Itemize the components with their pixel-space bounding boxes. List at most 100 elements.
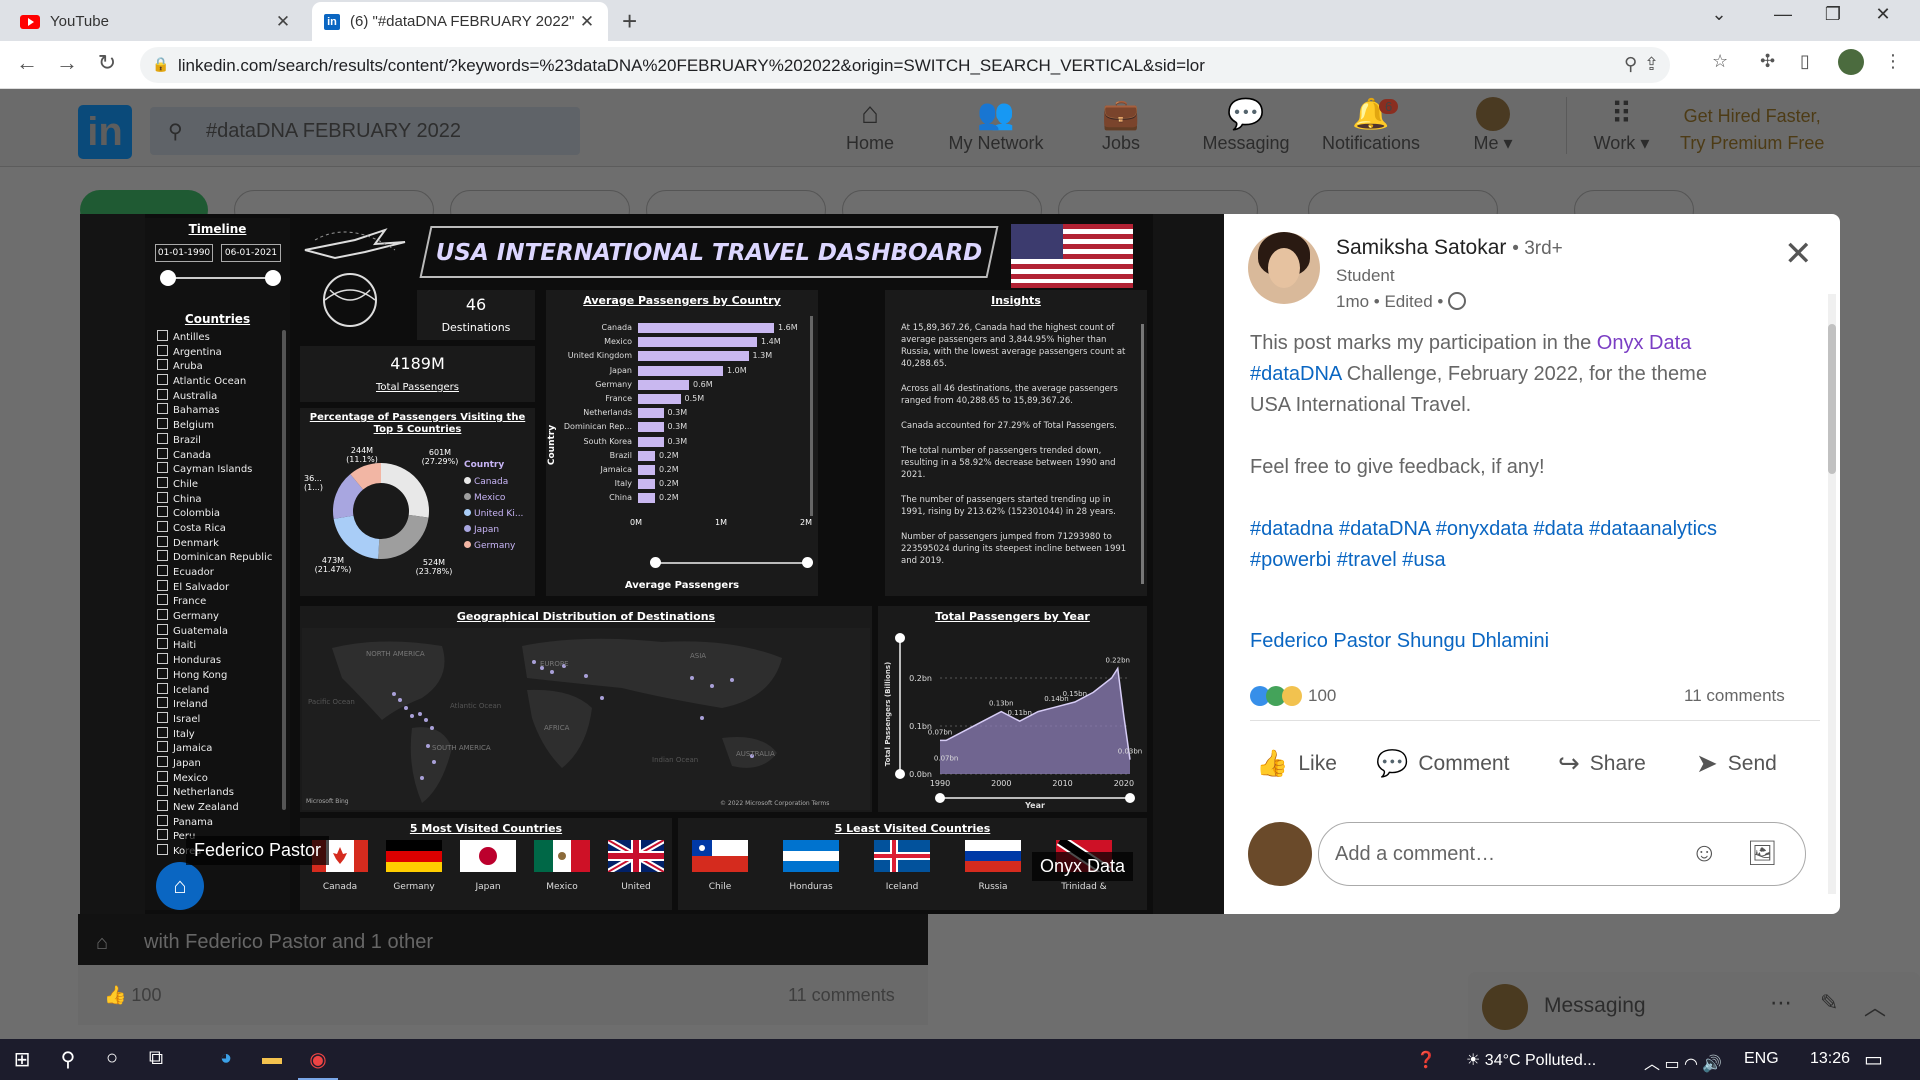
hashtag-links[interactable]: #datadna #dataDNA #onyxdata #data #dataa… <box>1250 514 1810 545</box>
zoom-icon[interactable]: ⚲ <box>1624 54 1637 75</box>
premium-link[interactable]: Get Hired Faster, Try Premium Free <box>1680 103 1824 157</box>
map-label: AUSTRALIA <box>736 750 775 758</box>
system-tray-icons[interactable]: ︿ ▭ ◠ 🔊 <box>1644 1050 1722 1074</box>
cortana-icon[interactable]: ○ <box>92 1047 132 1070</box>
iceland-flag <box>874 840 930 872</box>
donut-legend-title: Country <box>464 460 505 470</box>
close-icon[interactable]: ✕ <box>1784 234 1813 274</box>
country-flag-tile: Chile <box>686 840 754 892</box>
file-explorer-icon[interactable]: ▬ <box>252 1047 292 1070</box>
task-view-icon[interactable]: ⧉ <box>136 1047 176 1070</box>
emoji-icon[interactable]: ☺ <box>1691 837 1718 868</box>
share-icon[interactable]: ⇪ <box>1644 54 1659 75</box>
person-mention-link[interactable]: Federico Pastor Shungu Dhlamini <box>1250 626 1810 657</box>
area-x-tick: 2000 <box>991 779 1011 788</box>
country-flag-tile: Iceland <box>868 840 936 892</box>
close-icon[interactable]: ✕ <box>578 12 596 32</box>
area-data-label: 0.07bn <box>928 728 952 736</box>
new-tab-button[interactable]: + <box>622 6 637 37</box>
timeline-slider <box>167 277 273 279</box>
author-avatar[interactable] <box>1248 232 1320 304</box>
messaging-bar[interactable]: Messaging ⋯ ✎ ︿ <box>1468 972 1920 1039</box>
country-filter-item: Ireland <box>157 697 282 712</box>
search-icon[interactable]: ⚲ <box>48 1047 88 1072</box>
comment-count[interactable]: 11 comments <box>1684 686 1785 706</box>
reactions-summary[interactable]: 100 <box>1250 686 1336 706</box>
nav-jobs[interactable]: 💼 Jobs <box>1066 97 1176 154</box>
minimize-button[interactable]: — <box>1760 4 1806 25</box>
back-arrow-icon[interactable]: ← <box>12 50 42 76</box>
address-bar[interactable]: 🔒 linkedin.com/search/results/content/?k… <box>140 47 1670 83</box>
notification-center-icon[interactable]: ▭ <box>1864 1047 1883 1072</box>
slider-handle <box>650 557 661 568</box>
country-filter-item: France <box>157 594 282 609</box>
profile-avatar[interactable] <box>1838 49 1864 75</box>
tag-icon[interactable]: ⌂ <box>156 862 204 910</box>
tab-linkedin[interactable]: in (6) "#dataDNA FEBRUARY 2022" ✕ <box>312 2 608 41</box>
map-label: EUROPE <box>540 660 569 668</box>
area-y-tick: 0.2bn <box>909 674 932 683</box>
language-indicator[interactable]: ENG <box>1744 1050 1779 1068</box>
post-scrollbar[interactable] <box>1828 294 1836 894</box>
country-filter-item: Netherlands <box>157 785 282 800</box>
menu-icon[interactable]: ⋮ <box>1884 51 1902 72</box>
bar-category-label: Japan <box>609 365 632 375</box>
nav-messaging[interactable]: 💬 Messaging <box>1191 97 1301 154</box>
send-button[interactable]: ➤ Send <box>1696 748 1777 779</box>
chrome-icon[interactable]: ◉ <box>298 1047 338 1080</box>
reload-icon[interactable]: ↻ <box>92 50 122 76</box>
search-input[interactable]: ⚲ #dataDNA FEBRUARY 2022 <box>150 107 580 155</box>
tab-youtube[interactable]: YouTube ✕ <box>8 2 304 41</box>
country-filter-item: Canada <box>157 448 282 463</box>
nav-my-network[interactable]: 👥 My Network <box>941 97 1051 154</box>
more-icon[interactable]: ⋯ <box>1770 990 1792 1016</box>
tab-search-icon[interactable]: ⌄ <box>1696 4 1742 25</box>
flag-country-label: Canada <box>322 882 358 892</box>
forward-arrow-icon[interactable]: → <box>52 50 82 76</box>
company-mention-link[interactable]: Onyx Data <box>1597 332 1691 354</box>
chevron-up-icon[interactable]: ︿ <box>1864 990 1886 1022</box>
compose-icon[interactable]: ✎ <box>1820 990 1838 1016</box>
help-icon[interactable]: ❓ <box>1416 1050 1436 1070</box>
globe-icon <box>1448 292 1467 310</box>
current-user-avatar[interactable] <box>1248 822 1312 886</box>
like-button[interactable]: 👍 Like <box>1256 748 1337 779</box>
side-panel-icon[interactable]: ▯ <box>1800 51 1810 72</box>
linkedin-logo[interactable]: in <box>78 105 132 159</box>
bing-brand: Microsoft Bing <box>306 798 349 805</box>
filter-column: Timeline 01-01-1990 06-01-2021 Countries… <box>145 218 290 910</box>
nav-work[interactable]: ⠿ Work ▾ <box>1566 97 1676 154</box>
edge-icon[interactable]: ◕ <box>206 1047 246 1070</box>
weather-widget[interactable]: ☀ 34°C Polluted... <box>1466 1050 1596 1070</box>
slider-handle <box>935 793 945 803</box>
send-icon: ➤ <box>1696 748 1718 778</box>
share-button[interactable]: ↪ Share <box>1558 748 1646 779</box>
tag-label-person[interactable]: Federico Pastor <box>186 836 330 865</box>
close-icon[interactable]: ✕ <box>274 12 292 32</box>
hashtag-links[interactable]: #powerbi #travel #usa <box>1250 545 1810 576</box>
image-icon[interactable]: 🖼 <box>1747 839 1777 868</box>
author-name[interactable]: Samiksha Satokar <box>1336 236 1506 259</box>
clock[interactable]: 13:26 <box>1810 1050 1850 1068</box>
nav-home[interactable]: ⌂ Home <box>815 97 925 154</box>
hashtag-link[interactable]: #dataDNA <box>1250 363 1341 385</box>
bookmark-star-icon[interactable]: ☆ <box>1712 51 1728 72</box>
tag-label-company[interactable]: Onyx Data <box>1032 852 1134 881</box>
nav-notifications[interactable]: 🔔 Notifications 6 <box>1316 97 1426 154</box>
country-filter-item: Japan <box>157 756 282 771</box>
nav-me[interactable]: Me ▾ <box>1438 97 1548 154</box>
bar-scroll-slider <box>656 562 806 564</box>
area-fill <box>940 668 1130 774</box>
notification-badge: 6 <box>1379 99 1399 114</box>
bar-value-label: 0.6M <box>693 379 713 389</box>
comment-input[interactable]: Add a comment… ☺ 🖼 <box>1318 822 1806 886</box>
extensions-icon[interactable]: ✣ <box>1760 51 1775 72</box>
windows-start-icon[interactable]: ⊞ <box>2 1047 42 1072</box>
share-arrow-icon: ↪ <box>1558 748 1580 778</box>
bar-value-label: 0.2M <box>659 493 679 503</box>
close-window-button[interactable]: ✕ <box>1860 4 1906 25</box>
bar-category-label: Brazil <box>609 450 632 460</box>
restore-button[interactable]: ❐ <box>1810 4 1856 25</box>
bar-x-tick: 0M <box>630 518 642 527</box>
comment-button[interactable]: 💬 Comment <box>1376 748 1509 779</box>
